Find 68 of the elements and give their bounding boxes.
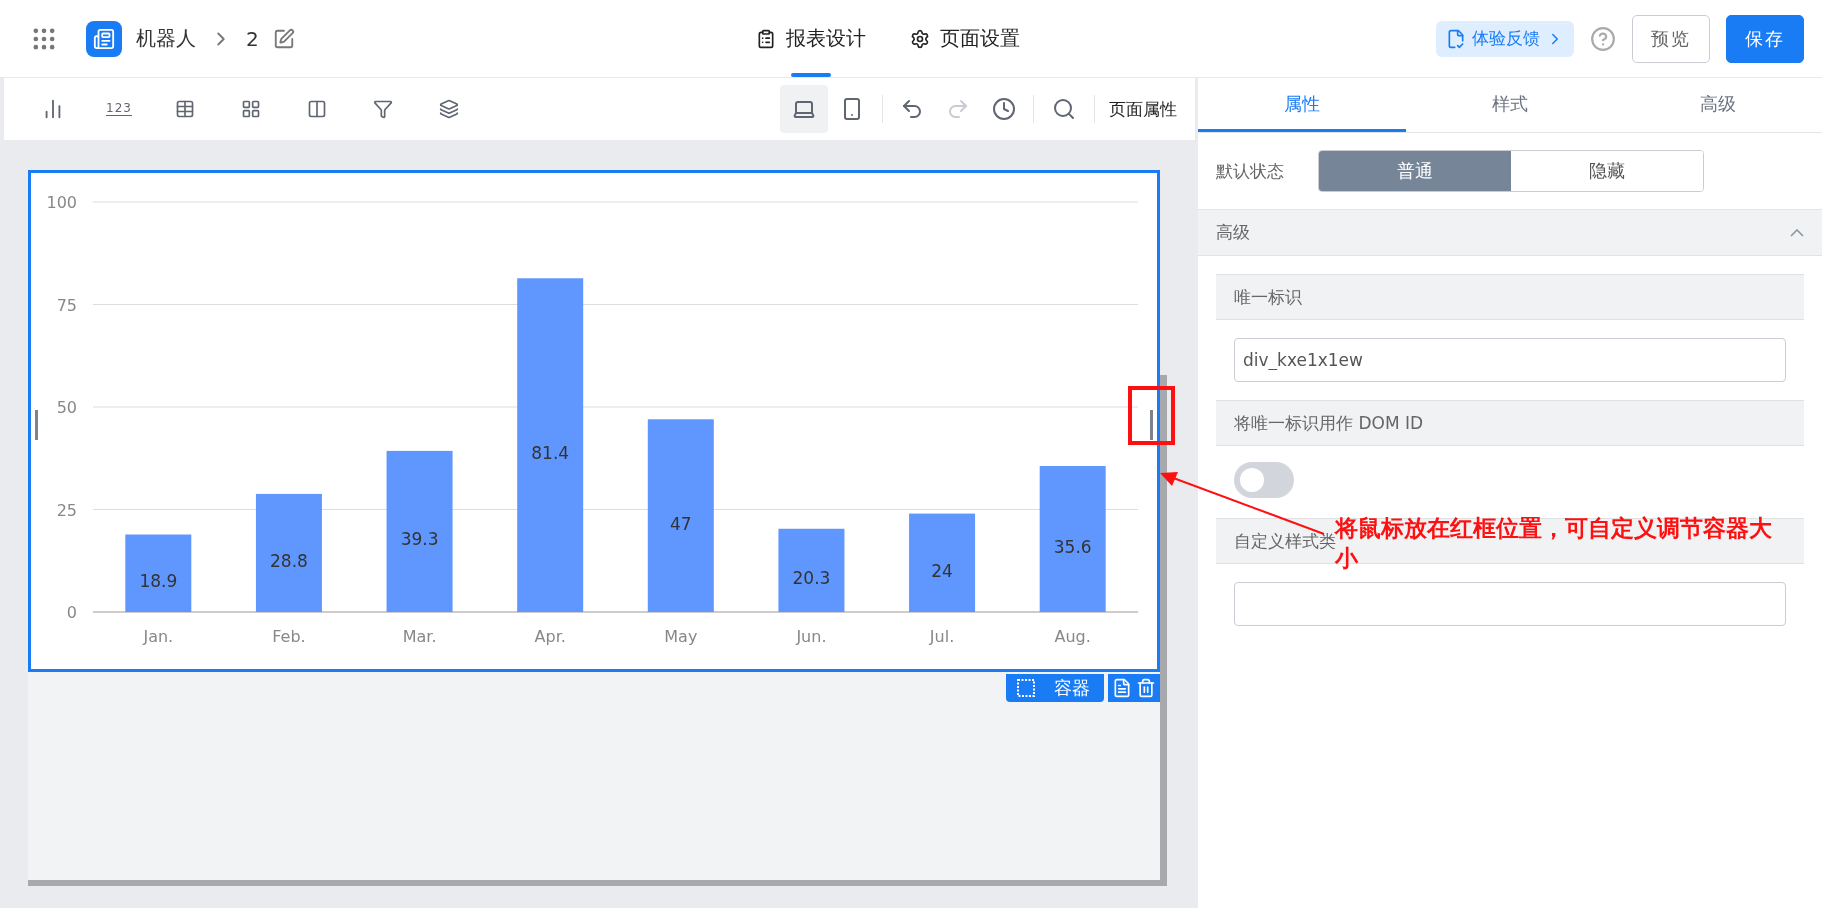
field-label: 将唯一标识用作 DOM ID (1216, 400, 1804, 446)
panel-tab[interactable]: 样式 (1406, 78, 1614, 132)
value-label: 24 (931, 560, 953, 581)
y-tick-label: 25 (56, 500, 77, 520)
container-icon (1016, 678, 1036, 698)
x-axis-label: Feb. (272, 627, 306, 646)
chart-container[interactable]: 0 25 50 75 100 18.9 Jan. 28.8 Feb. 39.3 Mar. 81.4 Apr. 47 May 20.3 Jun. 24 Jul. 35.6 Aug. (28, 170, 1160, 672)
app-name[interactable]: 机器人 (136, 25, 196, 52)
annotation-note: 将鼠标放在红框位置，可自定义调节容器大小 (1335, 513, 1773, 573)
value-label: 39.3 (400, 529, 439, 550)
history-icon (992, 97, 1016, 121)
x-axis-label: Mar. (402, 627, 437, 646)
columns-icon (307, 99, 327, 119)
unique-id-input[interactable]: div_kxe1x1ew (1234, 338, 1786, 382)
panel-tab[interactable]: 属性 (1198, 78, 1406, 132)
chevron-up-icon (1790, 228, 1804, 237)
y-tick-label: 50 (56, 398, 77, 417)
resize-handle[interactable] (1150, 410, 1153, 440)
x-axis-label: Jun. (796, 627, 827, 646)
x-axis-label: Apr. (534, 627, 566, 646)
feedback-icon (1446, 28, 1466, 49)
container-tag[interactable]: 容器 (1006, 674, 1104, 702)
custom-class-input[interactable] (1234, 582, 1786, 626)
preview-button[interactable]: 预览 (1632, 14, 1710, 63)
field-label: 唯一标识 (1216, 274, 1804, 320)
header-tab[interactable]: 页面设置 (910, 0, 1020, 77)
section-header[interactable]: 高级 (1198, 210, 1822, 256)
segment-option[interactable]: 普通 (1319, 151, 1511, 191)
x-axis-label: May (664, 627, 698, 646)
grid-icon (241, 99, 261, 119)
page-name: 2 (246, 26, 259, 51)
header-tab[interactable]: 报表设计 (756, 0, 866, 77)
y-tick-label: 0 (66, 603, 77, 622)
undo-icon (900, 97, 924, 121)
panel-tab[interactable]: 高级 (1614, 78, 1822, 132)
filter-icon (373, 99, 393, 119)
resize-handle[interactable] (35, 410, 38, 440)
x-axis-label: Jan. (143, 627, 174, 646)
y-tick-label: 75 (56, 295, 77, 315)
highlight-frame (1128, 386, 1175, 445)
value-label: 18.9 (139, 571, 178, 592)
value-label: 20.3 (792, 568, 831, 589)
save-button[interactable]: 保存 (1726, 14, 1804, 63)
report-icon (756, 28, 776, 49)
page-properties-button[interactable]: 页面属性 (1101, 97, 1185, 121)
delete-icon[interactable] (1136, 678, 1156, 698)
app-logo-icon (86, 20, 122, 57)
x-axis-label: Aug. (1054, 627, 1091, 646)
edit-icon[interactable] (272, 27, 295, 50)
table-icon (175, 99, 195, 119)
value-label: 47 (670, 513, 692, 534)
feedback-button[interactable]: 体验反馈 (1436, 20, 1574, 57)
x-axis-label: Jul. (929, 627, 955, 646)
scrollbar[interactable] (1160, 375, 1167, 886)
value-label: 81.4 (531, 443, 570, 464)
help-icon[interactable] (1590, 25, 1616, 52)
layers-icon (439, 99, 459, 119)
device-toggle[interactable] (780, 85, 828, 133)
y-tick-label: 100 (46, 193, 77, 212)
settings-icon (910, 28, 930, 49)
value-label: 35.6 (1053, 537, 1092, 557)
search-icon (1052, 97, 1076, 121)
redo-icon (946, 97, 970, 121)
field-label: 默认状态 (1216, 159, 1284, 183)
widget-tool[interactable]: 123 (86, 85, 152, 133)
value-label: 28.8 (270, 550, 308, 571)
copy-icon[interactable] (1112, 678, 1132, 698)
toggle-switch[interactable] (1234, 462, 1294, 498)
